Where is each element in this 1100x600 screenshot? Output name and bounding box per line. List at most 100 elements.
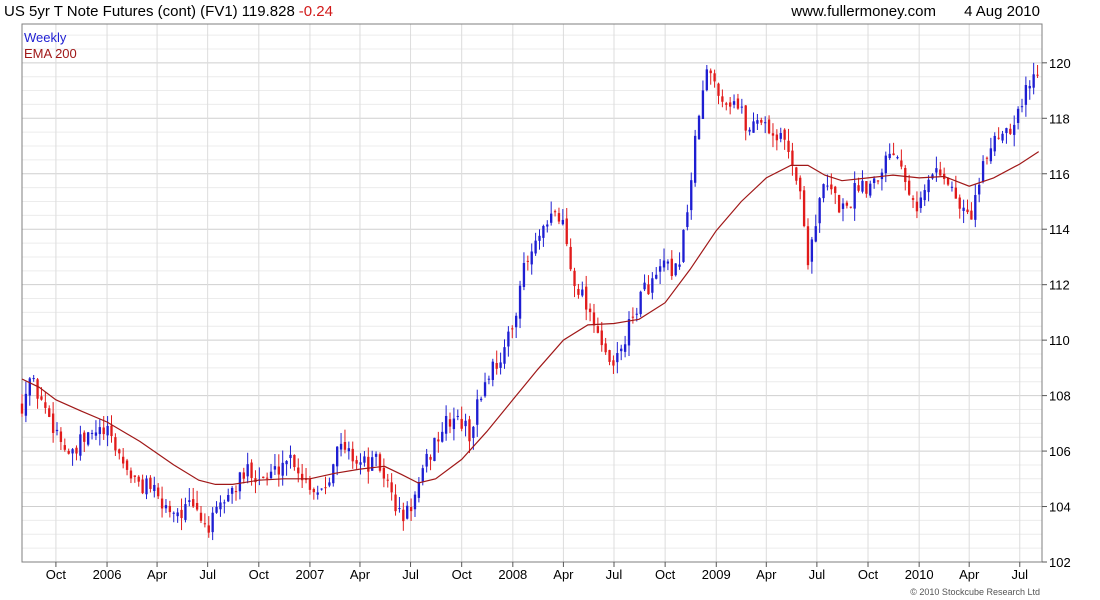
candle-body [764,122,767,124]
candle-body [736,98,740,109]
x-tick-label: 2008 [498,567,527,582]
x-tick-label: Apr [959,567,980,582]
candle-body [682,229,685,262]
website-link[interactable]: www.fullermoney.com [790,3,936,20]
candle-down [791,142,794,176]
candle-body [265,477,269,479]
candle-body [67,450,70,454]
candle-up [98,418,101,446]
candle-up [639,290,642,318]
candle-down [378,452,382,473]
candle-body [316,492,319,495]
candle-body [911,198,915,200]
candle-body [810,239,814,262]
candle-body [931,174,934,179]
candle-body [227,495,230,502]
candle-body [409,506,413,512]
candle-body [230,487,234,494]
candle-body [277,466,280,475]
candle-body [561,219,565,225]
candle-body [394,494,397,512]
candle-body [717,83,720,96]
candle-down [802,185,806,228]
candle-body [1013,124,1016,135]
candle-down [304,468,308,484]
candle-body [262,476,265,478]
candle-body [962,207,965,211]
candle-body [429,456,432,460]
candle-body [71,449,74,454]
x-tick-label: Jul [606,567,623,582]
candle-down [557,207,561,225]
candle-up [339,432,343,457]
chart-header: US 5yr T Note Futures (cont) (FV1) 119.82… [4,3,333,20]
candle-down [717,82,720,105]
candle-up [24,381,28,423]
candle-down [394,484,397,516]
candle-body [452,418,456,430]
candle-body [888,153,891,159]
candle-body [382,467,386,479]
candle-body [281,462,284,476]
candle-body [553,211,557,213]
candle-up [483,372,487,398]
candle-body [106,425,109,436]
candle-body [425,453,428,467]
candle-up [153,476,156,498]
candle-up [238,471,242,500]
candle-body [199,512,203,521]
candle-up [499,352,502,375]
candle-body [670,258,673,276]
candle-down [355,455,358,470]
candle-body [686,212,689,228]
candle-up [705,65,708,92]
candle-body [207,525,210,533]
candle-up [658,258,662,285]
candle-body [927,179,930,193]
candle-body [662,260,666,268]
candle-body [503,347,506,364]
candle-up [479,396,483,402]
candle-body [44,402,47,408]
candle-body [658,266,662,272]
candle-body [460,418,463,429]
candle-body [1009,128,1012,134]
candle-body [390,482,393,493]
candle-down [125,458,129,476]
candle-down [795,166,798,185]
candle-up [336,446,339,476]
candle-down [195,490,199,512]
candle-up [406,501,409,520]
candle-body [273,466,277,470]
candle-up [682,229,685,263]
candle-up [32,374,35,382]
candle-body [1001,133,1004,141]
candle-up [993,132,996,157]
candle-down [242,467,245,484]
x-tick-label: Apr [147,567,168,582]
candle-body [728,102,732,107]
candle-down [736,93,740,110]
candle-up [227,488,230,503]
candle-up [86,431,90,447]
candle-body [367,456,370,472]
candle-up [756,114,759,131]
candle-up [627,311,631,357]
candle-down [137,475,140,487]
x-tick-label: 2009 [702,567,731,582]
last-price: 119.828 [242,3,295,20]
candle-body [958,197,961,209]
candle-body [1016,108,1020,123]
candle-body [219,502,222,510]
candle-up [655,267,658,280]
candle-up [507,326,510,357]
candle-up [666,259,670,271]
candle-up [896,155,899,160]
candle-body [491,361,494,380]
candle-down [787,128,790,159]
candle-body [293,454,296,468]
candle-down [907,174,911,196]
candle-body [347,448,351,452]
candle-body [285,460,288,465]
candle-up [550,201,553,226]
